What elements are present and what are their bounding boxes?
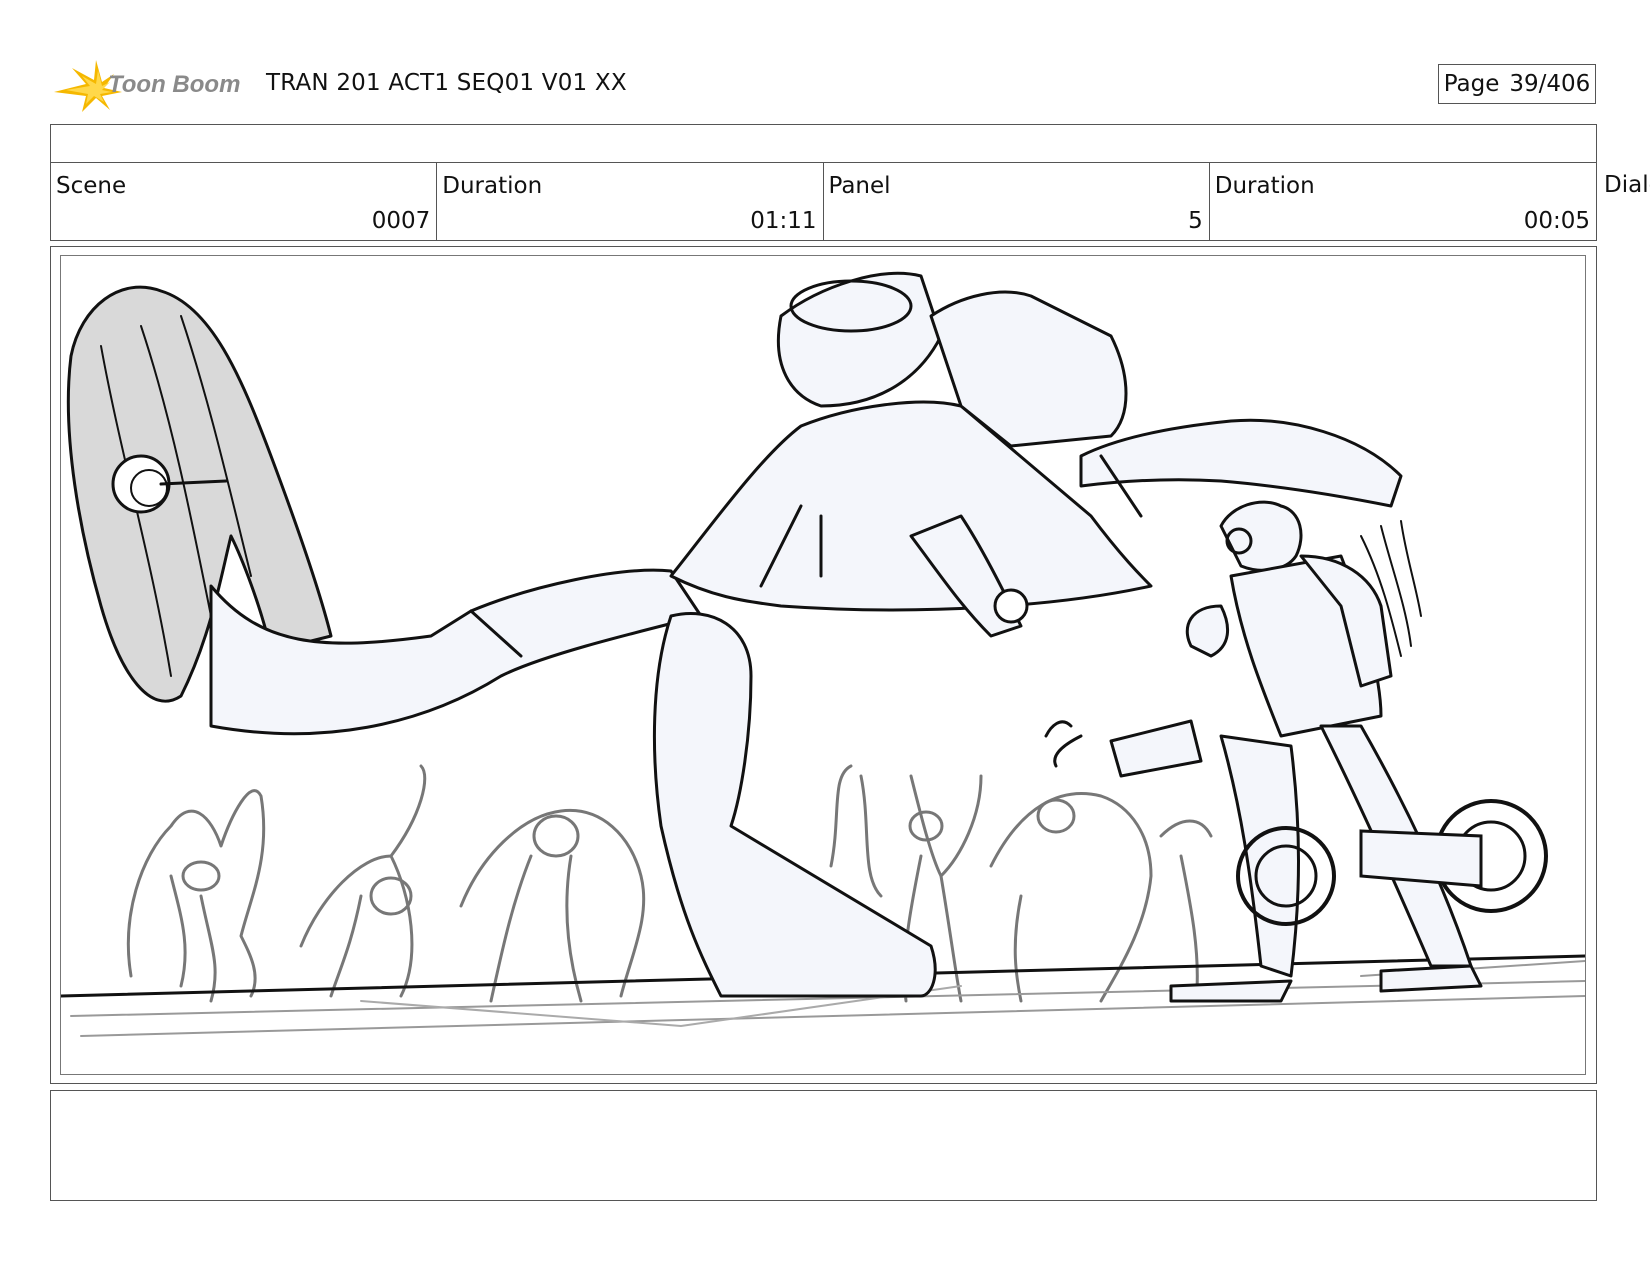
panel-duration-value: 00:05 (1523, 208, 1590, 234)
scene-label: Scene (56, 173, 127, 199)
page-indicator: Page 39/406 (1438, 64, 1596, 104)
scene-value: 0007 (371, 208, 431, 234)
scene-duration-cell: Duration 01:11 (437, 163, 824, 240)
panel-value: 5 (1188, 208, 1203, 234)
scene-duration-label: Duration (442, 173, 543, 199)
sequence-band (50, 124, 1597, 162)
scene-cell: Scene 0007 (51, 163, 438, 240)
storyboard-panel-image (60, 255, 1586, 1075)
toon-boom-logo: Toon Boom (52, 56, 252, 114)
page-number: 39/406 (1509, 71, 1591, 97)
panel-notes-box (50, 1090, 1597, 1201)
logo-text: Toon Boom (108, 71, 240, 98)
panel-duration-cell: Duration 00:05 (1210, 163, 1596, 240)
page-label: Page (1443, 71, 1500, 97)
panel-info-row: Scene 0007 Duration 01:11 Panel 5 Durati… (50, 162, 1597, 241)
panel-cell: Panel 5 (824, 163, 1210, 240)
document-title: TRAN 201 ACT1 SEQ01 V01 XX (266, 70, 627, 96)
panel-duration-label: Duration (1214, 173, 1315, 199)
dialog-label: Dialo (1604, 172, 1650, 198)
panel-label: Panel (828, 173, 891, 199)
scene-duration-value: 01:11 (750, 208, 817, 234)
